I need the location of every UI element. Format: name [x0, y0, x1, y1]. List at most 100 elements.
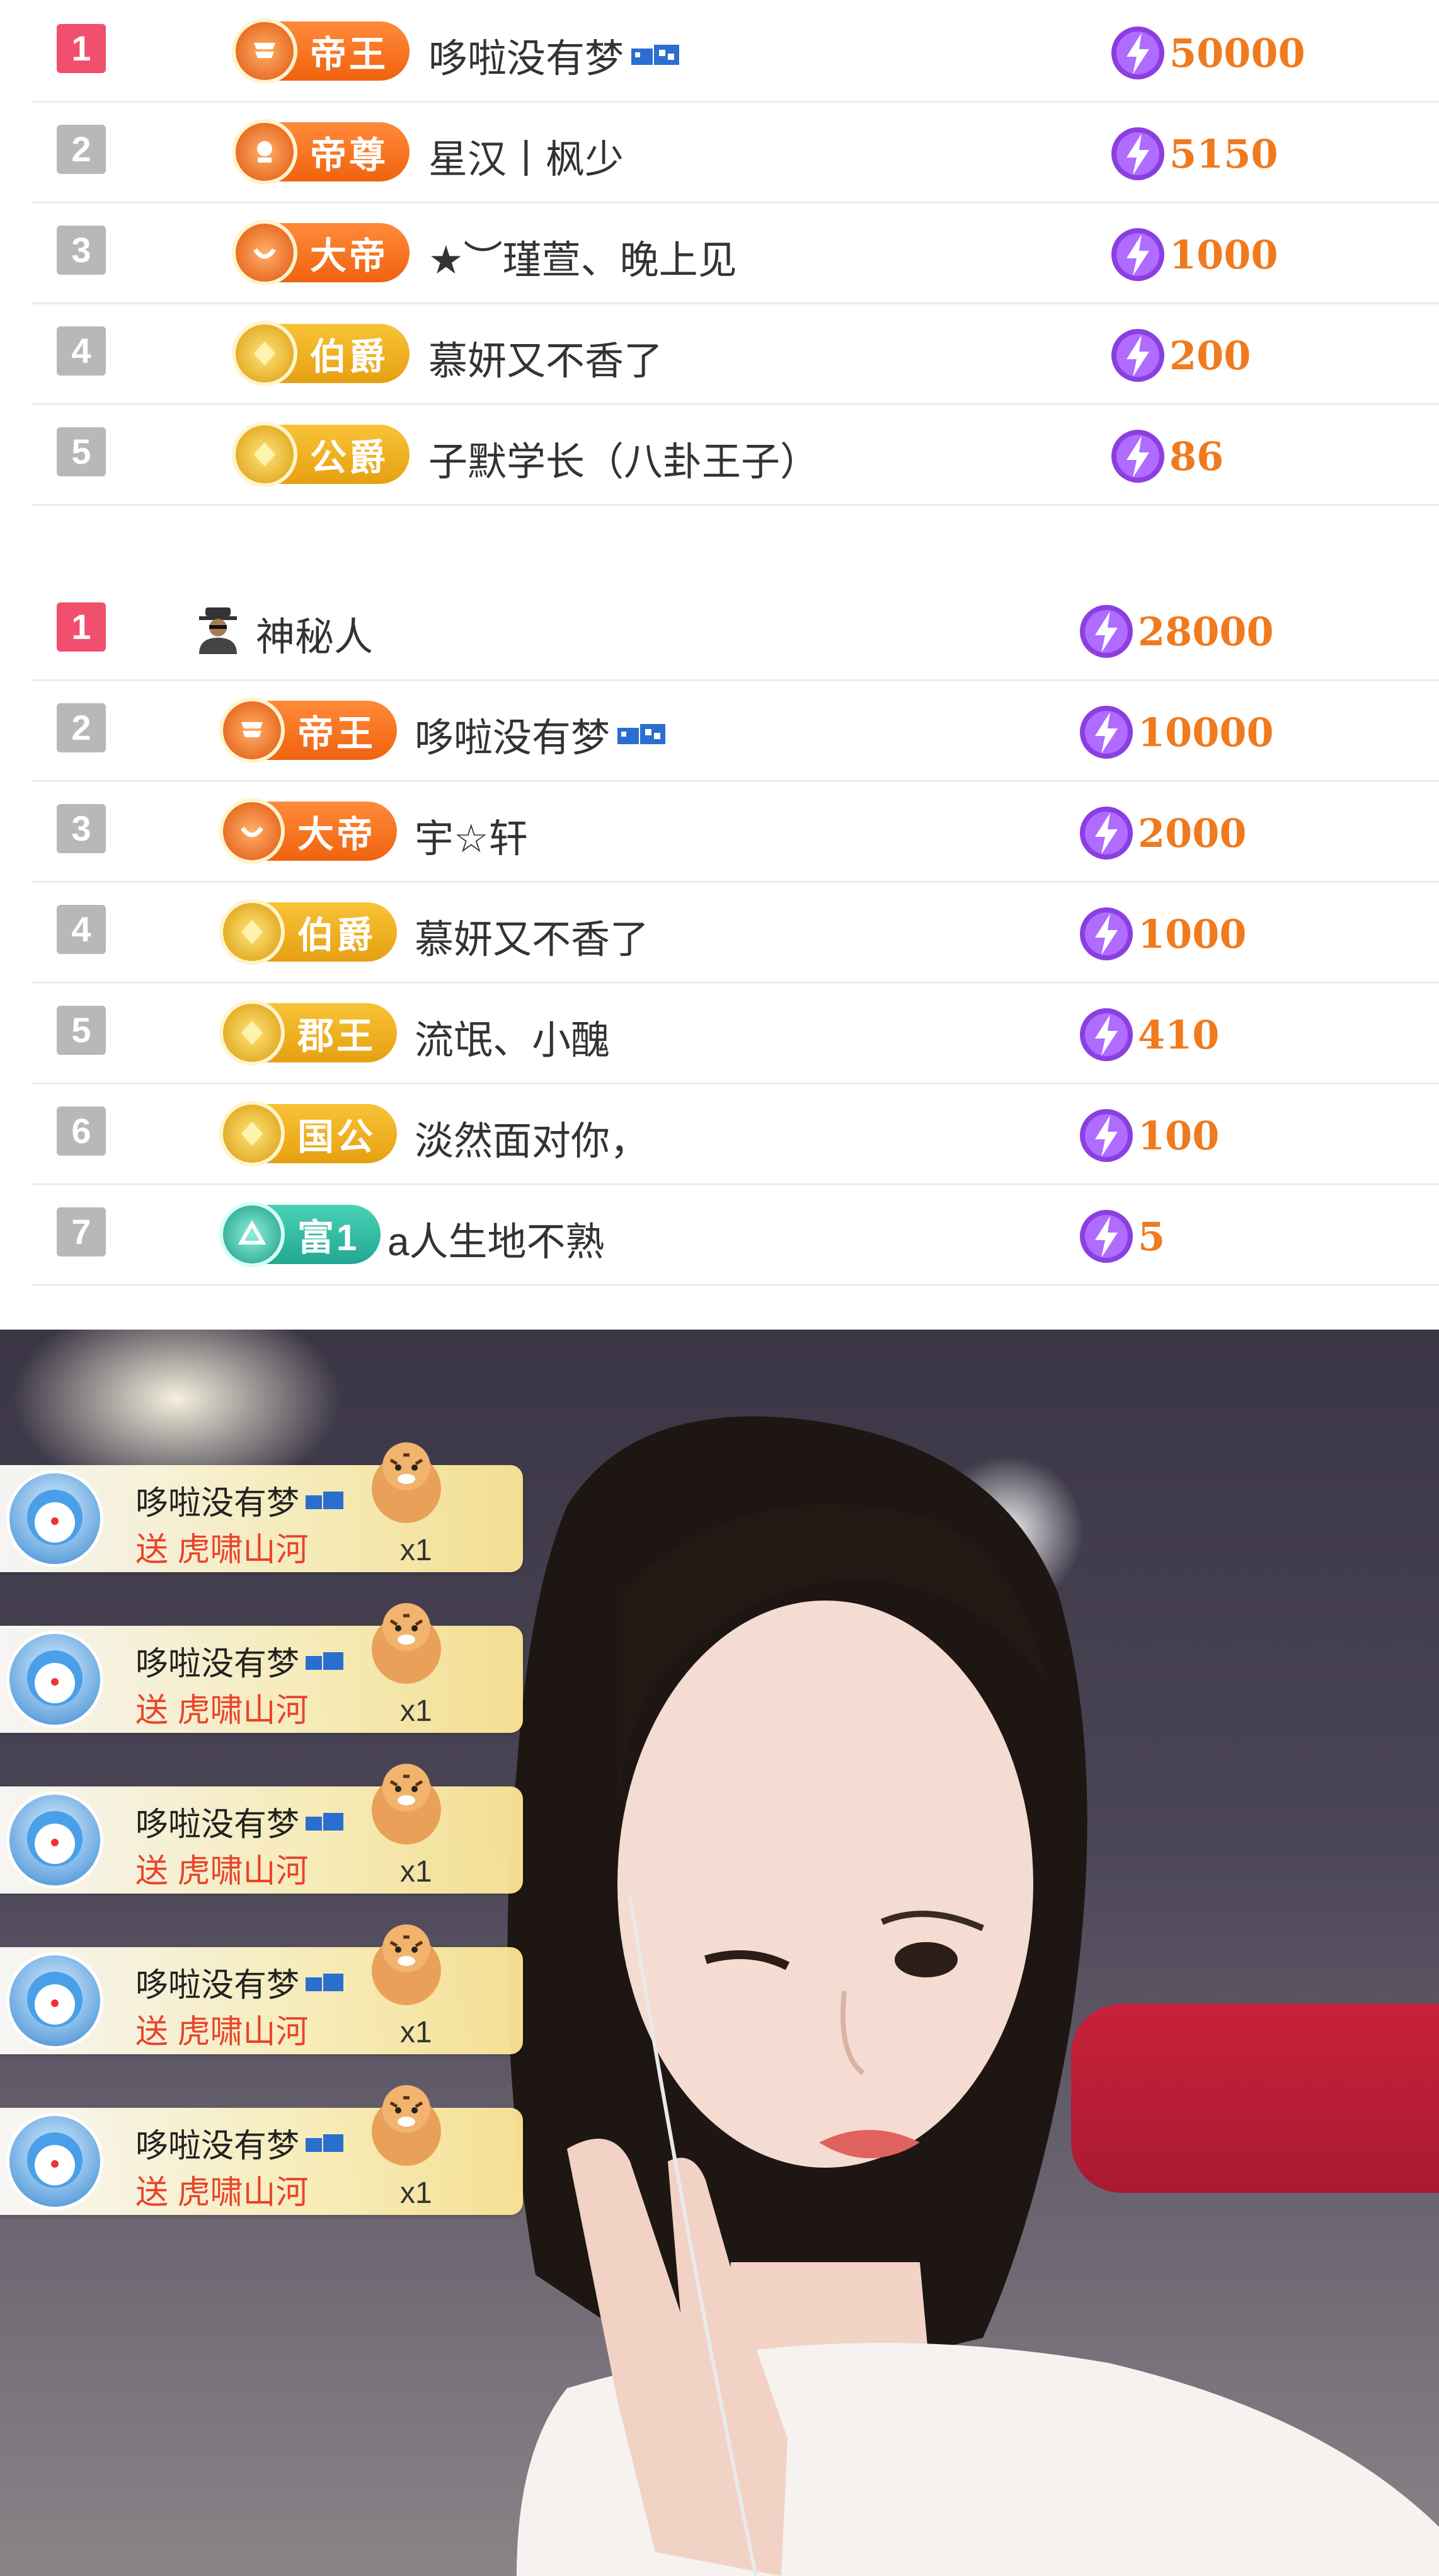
lightning-bolt-icon [1080, 1210, 1133, 1263]
lightning-bolt-icon [1111, 430, 1164, 483]
user-avatar-icon [6, 1631, 103, 1728]
rank-number: 6 [57, 1107, 106, 1156]
score-value: 86 [1169, 433, 1224, 480]
ranking-row[interactable]: 6 国公 淡然面对你， 100 [32, 1083, 1439, 1185]
vip-level-icon [306, 1491, 344, 1509]
noble-badge: 大帝 [219, 798, 398, 864]
user-name[interactable]: 流氓、小醜 [415, 1008, 610, 1065]
gift-action-text: 送 虎啸山河 [135, 1693, 309, 1729]
user-name[interactable]: 宇☆轩 [415, 807, 528, 863]
noble-badge: 郡王 [219, 1000, 398, 1066]
score-value: 410 [1138, 1011, 1220, 1058]
user-avatar-icon [6, 1791, 103, 1889]
contribution-score: 410 [1077, 1006, 1219, 1064]
gift-count: x1 [400, 1694, 432, 1728]
noble-badge-icon [232, 321, 297, 386]
user-avatar-icon [6, 2113, 103, 2210]
rank-number: 7 [57, 1207, 106, 1256]
ranking-row[interactable]: 3 大帝 宇☆轩 2000 [32, 780, 1439, 883]
gift-sender-name[interactable]: 哆啦没有梦 [135, 1798, 345, 1845]
gift-notification[interactable]: 哆啦没有梦 送 虎啸山河 x1 [0, 1924, 523, 2054]
noble-badge-label: 大帝 [297, 814, 376, 855]
contribution-score: 2000 [1077, 804, 1247, 862]
user-name-text: ★︶瑾萱、晚上见 [428, 239, 737, 282]
noble-badge-icon [219, 899, 285, 965]
gift-sender-name[interactable]: 哆啦没有梦 [135, 1958, 345, 2006]
rank-number: 4 [57, 905, 106, 954]
ranking-row[interactable]: 4 伯爵 慕妍又不香了 1000 [32, 881, 1439, 984]
gift-sender-name[interactable]: 哆啦没有梦 [135, 1637, 345, 1684]
user-name[interactable]: 慕妍又不香了 [415, 907, 649, 964]
user-avatar-icon [6, 1952, 103, 2049]
user-name-text: 慕妍又不香了 [415, 918, 650, 962]
contribution-score: 10000 [1077, 703, 1274, 761]
gift-sender-name[interactable]: 哆啦没有梦 [135, 2119, 345, 2166]
gift-sender-text: 哆啦没有梦 [135, 1485, 300, 1522]
user-name[interactable]: a人生地不熟 [387, 1210, 604, 1267]
wealth-badge-label: 富1 [297, 1217, 360, 1258]
user-name[interactable]: 淡然面对你， [415, 1109, 649, 1166]
noble-badge-icon [219, 1101, 285, 1166]
gift-sender-text: 哆啦没有梦 [135, 1807, 300, 1843]
noble-badge-label: 帝王 [310, 34, 389, 75]
gift-notification[interactable]: 哆啦没有梦 送 虎啸山河 x1 [0, 1764, 523, 1894]
noble-badge-label: 公爵 [310, 437, 389, 478]
user-name[interactable]: 哆啦没有梦 [415, 706, 667, 762]
noble-badge-icon [232, 119, 297, 185]
tiger-gift-icon [372, 1603, 441, 1684]
ranking-row[interactable]: 4 伯爵 慕妍又不香了 200 [32, 302, 1439, 405]
noble-badge: 国公 [219, 1101, 398, 1166]
user-name-text: a人生地不熟 [387, 1221, 605, 1264]
noble-badge: 帝王 [219, 698, 398, 763]
gift-action-text: 送 虎啸山河 [135, 2014, 309, 2050]
vip-level-icon [306, 1812, 344, 1831]
ranking-row[interactable]: 5 郡王 流氓、小醜 410 [32, 982, 1439, 1084]
user-name[interactable]: 星汉丨枫少 [428, 127, 624, 184]
gift-notification[interactable]: 哆啦没有梦 送 虎啸山河 x1 [0, 2085, 523, 2215]
user-name-text: 哆啦没有梦 [428, 37, 624, 81]
gift-notification[interactable]: 哆啦没有梦 送 虎啸山河 x1 [0, 1603, 523, 1733]
tiger-gift-icon [372, 1764, 441, 1844]
ranking-row[interactable]: 3 大帝 ★︶瑾萱、晚上见 1000 [32, 202, 1439, 304]
user-name[interactable]: ★︶瑾萱、晚上见 [428, 228, 737, 285]
score-value: 100 [1138, 1112, 1220, 1159]
ranking-row[interactable]: 5 公爵 子默学长（八卦王子） 86 [32, 403, 1439, 506]
user-name[interactable]: 哆啦没有梦 [428, 26, 680, 83]
lightning-bolt-icon [1080, 1008, 1133, 1061]
contribution-score: 86 [1109, 427, 1224, 485]
rank-number: 5 [57, 427, 106, 476]
lightning-bolt-icon [1080, 1109, 1133, 1162]
ranking-row[interactable]: 1 神秘人 28000 [32, 578, 1439, 681]
rank-number: 1 [57, 24, 106, 73]
user-name[interactable]: 子默学长（八卦王子） [428, 430, 819, 486]
user-name-text: 流氓、小醜 [415, 1019, 611, 1062]
noble-badge-label: 帝尊 [310, 135, 389, 176]
wealth-level-icon [219, 1202, 285, 1267]
tiger-gift-icon [372, 2085, 441, 2166]
contribution-score: 100 [1077, 1107, 1219, 1164]
noble-badge-icon [232, 220, 297, 285]
user-name-text: 淡然面对你， [415, 1120, 650, 1163]
noble-badge: 帝王 [232, 18, 410, 84]
gift-sender-name[interactable]: 哆啦没有梦 [135, 1476, 345, 1524]
ranking-row[interactable]: 7 富1 a人生地不熟 5 [32, 1183, 1439, 1286]
ranking-row[interactable]: 2 帝尊 星汉丨枫少 5150 [32, 101, 1439, 204]
gift-count: x1 [400, 1855, 432, 1889]
rank-number: 3 [57, 226, 106, 275]
user-name[interactable]: 慕妍又不香了 [428, 329, 663, 386]
ranking-row[interactable]: 1 帝王 哆啦没有梦 50000 [32, 0, 1439, 103]
mystery-user-icon [199, 607, 237, 654]
vip-level-icon [306, 1973, 344, 1991]
score-value: 2000 [1138, 810, 1247, 856]
ranking-row[interactable]: 2 帝王 哆啦没有梦 10000 [32, 679, 1439, 782]
user-avatar-icon [6, 1470, 103, 1567]
rank-number: 2 [57, 703, 106, 752]
score-value: 1000 [1138, 911, 1247, 957]
contribution-score: 200 [1109, 326, 1251, 384]
contribution-score: 5 [1077, 1207, 1165, 1265]
live-stream-video[interactable]: 哆啦没有梦 送 虎啸山河 x1 哆啦没有梦 送 虎啸山河 x1 哆啦没有梦 送 … [0, 1330, 1439, 2576]
gift-sender-text: 哆啦没有梦 [135, 1967, 300, 2004]
gift-notification[interactable]: 哆啦没有梦 送 虎啸山河 x1 [0, 1442, 523, 1572]
user-name[interactable]: 神秘人 [256, 605, 373, 662]
user-name-text: 神秘人 [256, 616, 374, 659]
